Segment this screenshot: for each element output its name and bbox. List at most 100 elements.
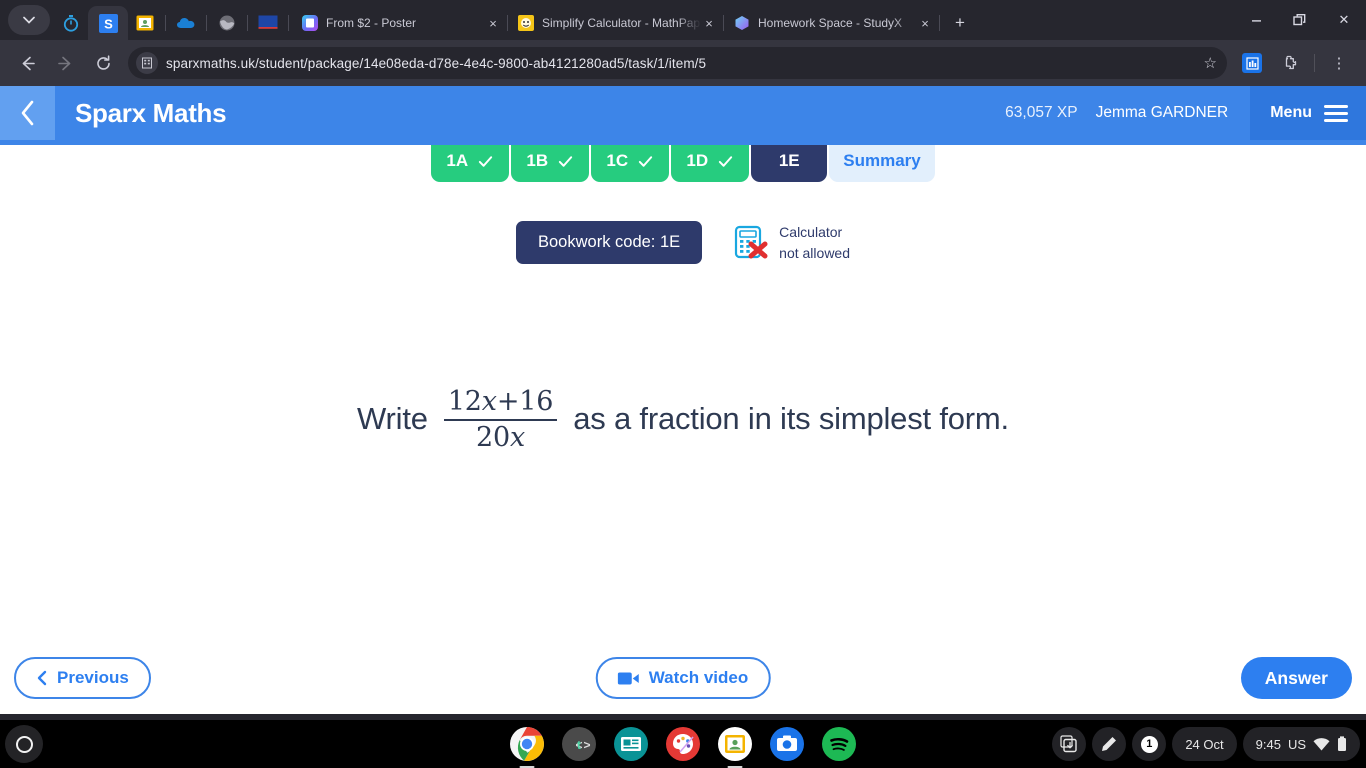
tynker-icon: < t > bbox=[562, 727, 596, 761]
browser-tab-strip: S From $2 - Poster × Simplify Calculator… bbox=[0, 0, 1366, 40]
news-icon bbox=[614, 727, 648, 761]
user-name: Jemma GARDNER bbox=[1095, 104, 1229, 121]
globe-icon bbox=[219, 15, 235, 31]
minimize-button[interactable] bbox=[1234, 0, 1278, 40]
browser-menu-button[interactable]: ⋮ bbox=[1323, 47, 1355, 79]
check-icon bbox=[638, 155, 653, 167]
browser-tab[interactable]: From $2 - Poster × bbox=[292, 6, 507, 40]
header-back-button[interactable] bbox=[0, 86, 55, 140]
page-content: Sparx Maths 63,057 XP Jemma GARDNER Menu… bbox=[0, 86, 1366, 714]
task-tab-label: 1B bbox=[526, 151, 549, 170]
pinned-tab-timer[interactable] bbox=[54, 6, 88, 40]
back-button[interactable] bbox=[11, 47, 43, 79]
shelf-app-chrome[interactable] bbox=[510, 727, 544, 761]
pinned-tab-onedrive[interactable] bbox=[169, 6, 203, 40]
classroom-icon bbox=[136, 15, 154, 31]
tab-search-chevron-down-icon[interactable] bbox=[8, 5, 50, 35]
launcher-icon bbox=[15, 735, 33, 753]
shelf-app-camera[interactable] bbox=[770, 727, 804, 761]
tab-separator bbox=[288, 15, 289, 31]
system-tray: 1 24 Oct 9:45 US bbox=[1052, 727, 1360, 761]
task-tab-1e[interactable]: 1E bbox=[751, 140, 828, 182]
restore-button[interactable] bbox=[1278, 0, 1322, 40]
xp-counter: 63,057 XP bbox=[1005, 104, 1078, 121]
task-tab-label: 1D bbox=[686, 151, 709, 170]
tab-separator bbox=[939, 15, 940, 31]
menu-button[interactable]: Menu bbox=[1250, 86, 1366, 140]
extension-button[interactable] bbox=[1236, 47, 1268, 79]
browser-window: S From $2 - Poster × Simplify Calculator… bbox=[0, 0, 1366, 720]
arrow-left-icon bbox=[22, 56, 35, 70]
task-tab-summary[interactable]: Summary bbox=[829, 140, 935, 182]
task-tab-label: 1C bbox=[606, 151, 629, 170]
pinned-tab-docs[interactable] bbox=[251, 6, 285, 40]
task-tab-1c[interactable]: 1C bbox=[591, 140, 670, 182]
shelf-app-google-classroom[interactable] bbox=[718, 727, 752, 761]
pinned-tab-globe[interactable] bbox=[210, 6, 244, 40]
browser-tab-title: Simplify Calculator - MathPapa bbox=[542, 16, 701, 30]
puzzle-piece-icon bbox=[1285, 55, 1297, 70]
tab-separator bbox=[247, 15, 248, 31]
status-area[interactable]: 9:45 US bbox=[1242, 727, 1360, 761]
screen-capture-button[interactable] bbox=[1052, 727, 1087, 761]
tray-locale: US bbox=[1287, 736, 1306, 752]
check-icon bbox=[478, 155, 493, 167]
screen-capture-icon bbox=[1060, 735, 1078, 753]
browser-tab[interactable]: Simplify Calculator - MathPapa × bbox=[508, 6, 723, 40]
page-title: Sparx Maths bbox=[75, 97, 227, 128]
tab-separator bbox=[206, 15, 207, 31]
task-tab-1d[interactable]: 1D bbox=[671, 140, 750, 182]
launcher-button[interactable] bbox=[5, 725, 43, 763]
shelf-apps: < t > bbox=[510, 727, 856, 761]
forward-button[interactable] bbox=[49, 47, 81, 79]
question-area: Write 12x+16 20x as a fraction in its si… bbox=[0, 386, 1366, 453]
header-right: 63,057 XP Jemma GARDNER Menu bbox=[1005, 86, 1366, 140]
calculator-line-2: not allowed bbox=[779, 244, 850, 261]
shelf-app-spotify[interactable] bbox=[822, 727, 856, 761]
shelf-app-tynker[interactable]: < t > bbox=[562, 727, 596, 761]
close-icon[interactable]: × bbox=[917, 16, 933, 31]
pinned-tab-classroom[interactable] bbox=[128, 6, 162, 40]
close-icon[interactable]: × bbox=[701, 16, 717, 31]
pinned-tab-sparx-active[interactable]: S bbox=[88, 6, 128, 40]
bottom-navigation: Previous Watch video Answer bbox=[0, 642, 1366, 714]
close-icon[interactable]: × bbox=[485, 16, 501, 31]
stylus-button[interactable] bbox=[1092, 727, 1127, 761]
onedrive-icon bbox=[177, 18, 195, 28]
shelf-app-art-palette[interactable] bbox=[666, 727, 700, 761]
video-camera-icon bbox=[617, 672, 639, 684]
chevron-left-icon bbox=[37, 670, 47, 686]
bookmark-star-icon[interactable]: ☆ bbox=[1204, 54, 1221, 72]
reload-button[interactable] bbox=[87, 47, 119, 79]
fraction: 12x+16 20x bbox=[443, 386, 558, 453]
notification-button[interactable]: 1 bbox=[1132, 727, 1167, 761]
address-bar[interactable]: sparxmaths.uk/student/package/14e08eda-d… bbox=[128, 47, 1227, 79]
svg-text:S: S bbox=[104, 16, 113, 31]
chevron-left-icon bbox=[21, 100, 33, 126]
chrome-icon bbox=[510, 727, 544, 761]
browser-tab[interactable]: Homework Space - StudyX × bbox=[724, 6, 939, 40]
shelf-app-news[interactable] bbox=[614, 727, 648, 761]
google-classroom-icon bbox=[718, 727, 752, 761]
task-tab-1a[interactable]: 1A bbox=[431, 140, 510, 182]
extension-icon bbox=[1242, 53, 1262, 73]
task-tab-1b[interactable]: 1B bbox=[511, 140, 590, 182]
calendar-button[interactable]: 24 Oct bbox=[1172, 727, 1237, 761]
new-tab-button[interactable]: + bbox=[946, 9, 974, 37]
sparx-header: Sparx Maths 63,057 XP Jemma GARDNER Menu bbox=[0, 86, 1366, 140]
close-button[interactable]: ✕ bbox=[1322, 0, 1366, 40]
menu-label: Menu bbox=[1270, 104, 1312, 121]
bookwork-code-badge: Bookwork code: 1E bbox=[516, 221, 703, 264]
extensions-button[interactable] bbox=[1274, 47, 1306, 79]
fraction-numerator: 12x+16 bbox=[447, 386, 554, 417]
answer-button[interactable]: Answer bbox=[1240, 657, 1352, 699]
task-tab-label: 1E bbox=[778, 151, 800, 170]
site-info-icon[interactable] bbox=[136, 52, 158, 74]
address-bar-url[interactable]: sparxmaths.uk/student/package/14e08eda-d… bbox=[166, 56, 706, 71]
timer-icon bbox=[63, 15, 79, 32]
watch-video-button[interactable]: Watch video bbox=[595, 657, 771, 699]
previous-button[interactable]: Previous bbox=[14, 657, 151, 699]
question-lead: Write bbox=[357, 401, 428, 437]
spotify-icon bbox=[822, 727, 856, 761]
task-tab-label: Summary bbox=[843, 151, 921, 170]
